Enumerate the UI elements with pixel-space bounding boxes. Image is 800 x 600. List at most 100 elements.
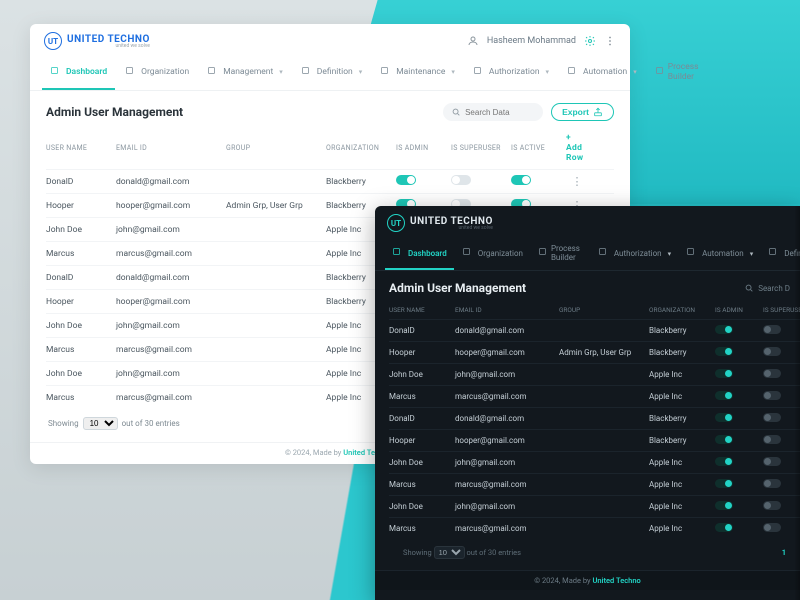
cell-group: Admin Grp, User Grp bbox=[226, 201, 326, 211]
cell-org: Blackberry bbox=[649, 326, 715, 335]
kebab-icon[interactable] bbox=[604, 35, 616, 47]
chevron-down-icon bbox=[357, 67, 363, 77]
toggle-admin[interactable] bbox=[715, 479, 733, 488]
search-input[interactable] bbox=[465, 108, 535, 117]
tab-organization[interactable]: Organization bbox=[455, 238, 530, 270]
chevron-down-icon bbox=[544, 67, 550, 77]
chevron-down-icon bbox=[748, 249, 754, 258]
tab-label: Dashboard bbox=[408, 249, 447, 258]
brand-badge: UT bbox=[387, 214, 405, 232]
cell-org: Apple Inc bbox=[649, 480, 715, 489]
tab-label: Authorization bbox=[614, 249, 662, 258]
toggle-superuser[interactable] bbox=[763, 369, 781, 378]
tab-maintenance[interactable]: Maintenance bbox=[372, 56, 463, 90]
tab-process-builder[interactable]: Process Builder bbox=[531, 238, 590, 270]
tab-label: Process Builder bbox=[668, 62, 702, 82]
cell-user: John Doe bbox=[46, 225, 116, 235]
brand-logo: UT UNITED TECHNO united we solve bbox=[44, 32, 150, 50]
cell-org: Blackberry bbox=[649, 348, 715, 357]
tab-label: Automation bbox=[702, 249, 744, 258]
tab-icon bbox=[473, 66, 485, 78]
cell-email: john@gmail.com bbox=[455, 370, 559, 379]
toggle-superuser[interactable] bbox=[451, 175, 471, 185]
toggle-admin[interactable] bbox=[715, 369, 733, 378]
cell-org: Apple Inc bbox=[649, 392, 715, 401]
toggle-superuser[interactable] bbox=[763, 391, 781, 400]
table-row: John Doejohn@gmail.comApple Inc bbox=[389, 363, 800, 385]
chevron-down-icon bbox=[666, 249, 672, 258]
toggle-admin[interactable] bbox=[715, 413, 733, 422]
tab-definition[interactable]: Definition bbox=[761, 238, 800, 270]
toggle-superuser[interactable] bbox=[763, 479, 781, 488]
cell-user: Marcus bbox=[46, 345, 116, 355]
export-label: Export bbox=[562, 107, 589, 117]
cell-user: Hooper bbox=[46, 297, 116, 307]
tab-icon bbox=[686, 247, 698, 259]
tab-automation[interactable]: Automation bbox=[559, 56, 645, 90]
cell-user: Marcus bbox=[46, 249, 116, 259]
col-org: ORGANIZATION bbox=[649, 306, 715, 314]
tab-definition[interactable]: Definition bbox=[293, 56, 370, 90]
cell-email: donald@gmail.com bbox=[455, 414, 559, 423]
toggle-superuser[interactable] bbox=[763, 435, 781, 444]
page-current[interactable]: 1 bbox=[782, 548, 786, 557]
tab-icon bbox=[125, 66, 137, 78]
export-button[interactable]: Export bbox=[551, 103, 614, 121]
tab-dashboard[interactable]: Dashboard bbox=[42, 56, 115, 90]
search-box[interactable] bbox=[443, 103, 543, 121]
tab-icon bbox=[207, 66, 219, 78]
page-title: Admin User Management bbox=[389, 281, 526, 295]
col-admin: IS ADMIN bbox=[396, 144, 451, 152]
toggle-admin[interactable] bbox=[715, 325, 733, 334]
toggle-superuser[interactable] bbox=[763, 325, 781, 334]
toggle-superuser[interactable] bbox=[763, 457, 781, 466]
tab-process-builder[interactable]: Process Builder bbox=[647, 56, 710, 90]
toggle-active[interactable] bbox=[511, 175, 531, 185]
toggle-superuser[interactable] bbox=[763, 347, 781, 356]
toggle-superuser[interactable] bbox=[763, 501, 781, 510]
cell-user: John Doe bbox=[389, 370, 455, 379]
add-row-button[interactable]: + Add Row bbox=[566, 133, 588, 163]
pager-total: out of 30 entries bbox=[466, 548, 521, 557]
toggle-admin[interactable] bbox=[396, 175, 416, 185]
cell-email: john@gmail.com bbox=[116, 225, 226, 235]
page-size-select[interactable]: 10 bbox=[434, 546, 465, 559]
toggle-superuser[interactable] bbox=[763, 413, 781, 422]
user-name: Hasheem Mohammad bbox=[487, 36, 576, 46]
tab-icon bbox=[538, 247, 547, 259]
toggle-admin[interactable] bbox=[715, 457, 733, 466]
tab-authorization[interactable]: Authorization bbox=[465, 56, 557, 90]
table-row: John Doejohn@gmail.comApple Inc bbox=[389, 451, 800, 473]
page-size-select[interactable]: 10 bbox=[83, 417, 118, 430]
toggle-admin[interactable] bbox=[715, 523, 733, 532]
chevron-down-icon bbox=[277, 67, 283, 77]
row-menu-icon[interactable]: ⋮ bbox=[566, 175, 588, 188]
tab-organization[interactable]: Organization bbox=[117, 56, 197, 90]
gear-icon[interactable] bbox=[584, 35, 596, 47]
cell-email: marcus@gmail.com bbox=[455, 524, 559, 533]
pager-total: out of 30 entries bbox=[122, 419, 180, 428]
toggle-admin[interactable] bbox=[715, 435, 733, 444]
table-row: DonalDdonald@gmail.comBlackberry bbox=[389, 319, 800, 341]
brand-badge: UT bbox=[44, 32, 62, 50]
chevron-down-icon bbox=[449, 67, 455, 77]
search-box[interactable]: Search D bbox=[744, 283, 790, 293]
tab-authorization[interactable]: Authorization bbox=[591, 238, 678, 270]
tab-dashboard[interactable]: Dashboard bbox=[385, 238, 454, 270]
toggle-admin[interactable] bbox=[715, 501, 733, 510]
tab-label: Process Builder bbox=[551, 244, 583, 262]
toggle-superuser[interactable] bbox=[763, 523, 781, 532]
tab-icon bbox=[768, 247, 780, 259]
tab-automation[interactable]: Automation bbox=[679, 238, 760, 270]
footer-brand-link[interactable]: United Te bbox=[343, 448, 375, 457]
toggle-admin[interactable] bbox=[715, 391, 733, 400]
topbar: UT UNITED TECHNO united we solve Hasheem… bbox=[30, 24, 630, 54]
tab-management[interactable]: Management bbox=[199, 56, 291, 90]
cell-org: Blackberry bbox=[649, 436, 715, 445]
table-row: John Doejohn@gmail.comApple Inc bbox=[389, 495, 800, 517]
section-header: Admin User Management Export bbox=[46, 103, 614, 121]
col-super: IS SUPERUSER bbox=[451, 144, 511, 152]
footer-brand-link[interactable]: United Techno bbox=[592, 576, 640, 585]
toggle-admin[interactable] bbox=[715, 347, 733, 356]
col-user: USER NAME bbox=[46, 144, 116, 152]
